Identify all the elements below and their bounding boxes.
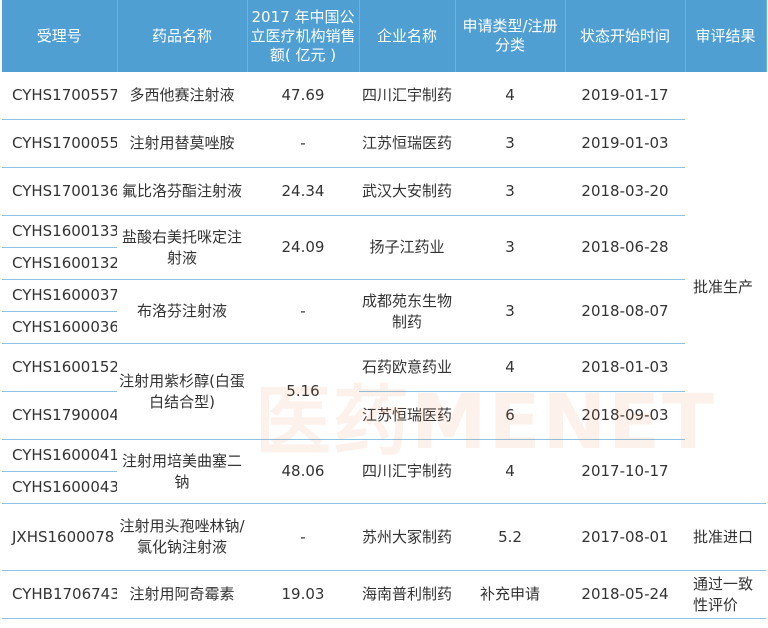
drug-name-cell: 氟比洛芬酯注射液 <box>117 167 247 216</box>
accept-no-cell: CYHS1600043 <box>2 471 117 504</box>
sales-cell: 47.69 <box>247 72 359 120</box>
result-cell: 批准进口 <box>685 503 766 571</box>
accept-no-cell: CYHS1600037 <box>2 279 117 312</box>
sales-cell: - <box>247 503 359 571</box>
type-cell: 3 <box>455 279 565 344</box>
accept-no-cell: CYHB1706743 <box>2 570 117 619</box>
type-cell: 补充申请 <box>455 570 565 619</box>
date-cell: 2018-03-20 <box>565 167 685 216</box>
table-row: CYHB1706743 注射用阿奇霉素 19.03 海南普利制药 补充申请 20… <box>2 570 766 619</box>
drug-name-cell: 注射用头孢唑林钠/氯化钠注射液 <box>117 503 247 571</box>
date-cell: 2017-10-17 <box>565 439 685 504</box>
accept-no-cell: CYHS1790004 <box>2 391 117 440</box>
company-cell: 成都苑东生物制药 <box>359 279 455 344</box>
date-cell: 2017-08-01 <box>565 503 685 571</box>
type-cell: 3 <box>455 215 565 280</box>
table-row: CYHS1600133 盐酸右美托咪定注射液 24.09 扬子江药业 3 201… <box>2 215 766 280</box>
table-row: JXHS1600078 注射用头孢唑林钠/氯化钠注射液 - 苏州大冢制药 5.2… <box>2 503 766 571</box>
sales-cell: 24.34 <box>247 167 359 216</box>
header-application-type: 申请类型/注册分类 <box>455 0 566 72</box>
drug-name-cell: 注射用替莫唑胺 <box>117 119 247 168</box>
header-row: 受理号 药品名称 2017 年中国公立医疗机构销售额( 亿元 ) 企业名称 申请… <box>2 0 767 72</box>
accept-no-cell: CYHS1600041 <box>2 439 117 472</box>
company-cell: 海南普利制药 <box>359 570 455 619</box>
date-cell: 2018-08-07 <box>565 279 685 344</box>
table-row: CYHS1700055 注射用替莫唑胺 - 江苏恒瑞医药 3 2019-01-0… <box>2 119 766 168</box>
page: 受理号 药品名称 2017 年中国公立医疗机构销售额( 亿元 ) 企业名称 申请… <box>0 0 768 628</box>
company-cell: 江苏恒瑞医药 <box>359 391 455 440</box>
accept-no-cell: CYHS1700055 <box>2 119 117 168</box>
type-cell: 3 <box>455 167 565 216</box>
header-status-date: 状态开始时间 <box>565 0 686 72</box>
accept-no-cell: CYHS1700136 <box>2 167 117 216</box>
accept-no-cell: CYHS1600152 <box>2 343 117 392</box>
drug-name-cell: 多西他赛注射液 <box>117 72 247 120</box>
table-row: CYHS1790004 江苏恒瑞医药 6 2018-09-03 <box>2 391 766 440</box>
company-cell: 四川汇宇制药 <box>359 439 455 504</box>
sales-cell: 19.03 <box>247 570 359 619</box>
header-review-result: 审评结果 <box>685 0 767 72</box>
result-cell: 通过一致性评价 <box>685 570 766 619</box>
date-cell: 2018-06-28 <box>565 215 685 280</box>
type-cell: 5.2 <box>455 503 565 571</box>
drug-name-cell: 注射用阿奇霉素 <box>117 570 247 619</box>
company-cell: 扬子江药业 <box>359 215 455 280</box>
type-cell: 6 <box>455 391 565 440</box>
table-row: CYHS1700136 氟比洛芬酯注射液 24.34 武汉大安制药 3 2018… <box>2 167 766 216</box>
result-cell: 批准生产 <box>685 72 766 504</box>
accept-no-cell: CYHS1600133 <box>2 215 117 248</box>
date-cell: 2019-01-17 <box>565 72 685 120</box>
drug-name-cell: 注射用培美曲塞二钠 <box>117 439 247 504</box>
header-accept-no: 受理号 <box>2 0 118 72</box>
accept-no-cell: CYHS1700557 <box>2 72 117 120</box>
table-row: CYHS1600041 注射用培美曲塞二钠 48.06 四川汇宇制药 4 201… <box>2 439 766 504</box>
company-cell: 四川汇宇制药 <box>359 72 455 120</box>
drug-name-cell: 注射用紫杉醇(白蛋白结合型) <box>117 343 247 440</box>
table-row: CYHS1700557 多西他赛注射液 47.69 四川汇宇制药 4 2019-… <box>2 72 766 504</box>
sales-cell: 5.16 <box>247 343 359 440</box>
company-cell: 苏州大冢制药 <box>359 503 455 571</box>
header-sales: 2017 年中国公立医疗机构销售额( 亿元 ) <box>247 0 360 72</box>
table-row: CYHS1600037 布洛芬注射液 - 成都苑东生物制药 3 2018-08-… <box>2 279 766 344</box>
sales-cell: 48.06 <box>247 439 359 504</box>
date-cell: 2018-09-03 <box>565 391 685 440</box>
date-cell: 2018-05-24 <box>565 570 685 619</box>
drug-name-cell: 盐酸右美托咪定注射液 <box>117 215 247 280</box>
company-cell: 江苏恒瑞医药 <box>359 119 455 168</box>
accept-no-cell: CYHS1600036 <box>2 311 117 344</box>
company-cell: 石药欧意药业 <box>359 343 455 392</box>
table-row: CYHS1600152 注射用紫杉醇(白蛋白结合型) 5.16 石药欧意药业 4… <box>2 343 766 440</box>
company-cell: 武汉大安制药 <box>359 167 455 216</box>
sales-cell: - <box>247 119 359 168</box>
sales-cell: - <box>247 279 359 344</box>
type-cell: 4 <box>455 439 565 504</box>
accept-no-cell: CYHS1600132 <box>2 247 117 280</box>
type-cell: 3 <box>455 119 565 168</box>
type-cell: 4 <box>455 343 565 392</box>
header-company: 企业名称 <box>359 0 456 72</box>
sales-cell: 24.09 <box>247 215 359 280</box>
type-cell: 4 <box>455 72 565 120</box>
drug-name-cell: 布洛芬注射液 <box>117 279 247 344</box>
accept-no-cell: JXHS1600078 <box>2 503 117 571</box>
date-cell: 2019-01-03 <box>565 119 685 168</box>
date-cell: 2018-01-03 <box>565 343 685 392</box>
header-drug-name: 药品名称 <box>117 0 248 72</box>
approval-table: 受理号 药品名称 2017 年中国公立医疗机构销售额( 亿元 ) 企业名称 申请… <box>2 0 767 619</box>
